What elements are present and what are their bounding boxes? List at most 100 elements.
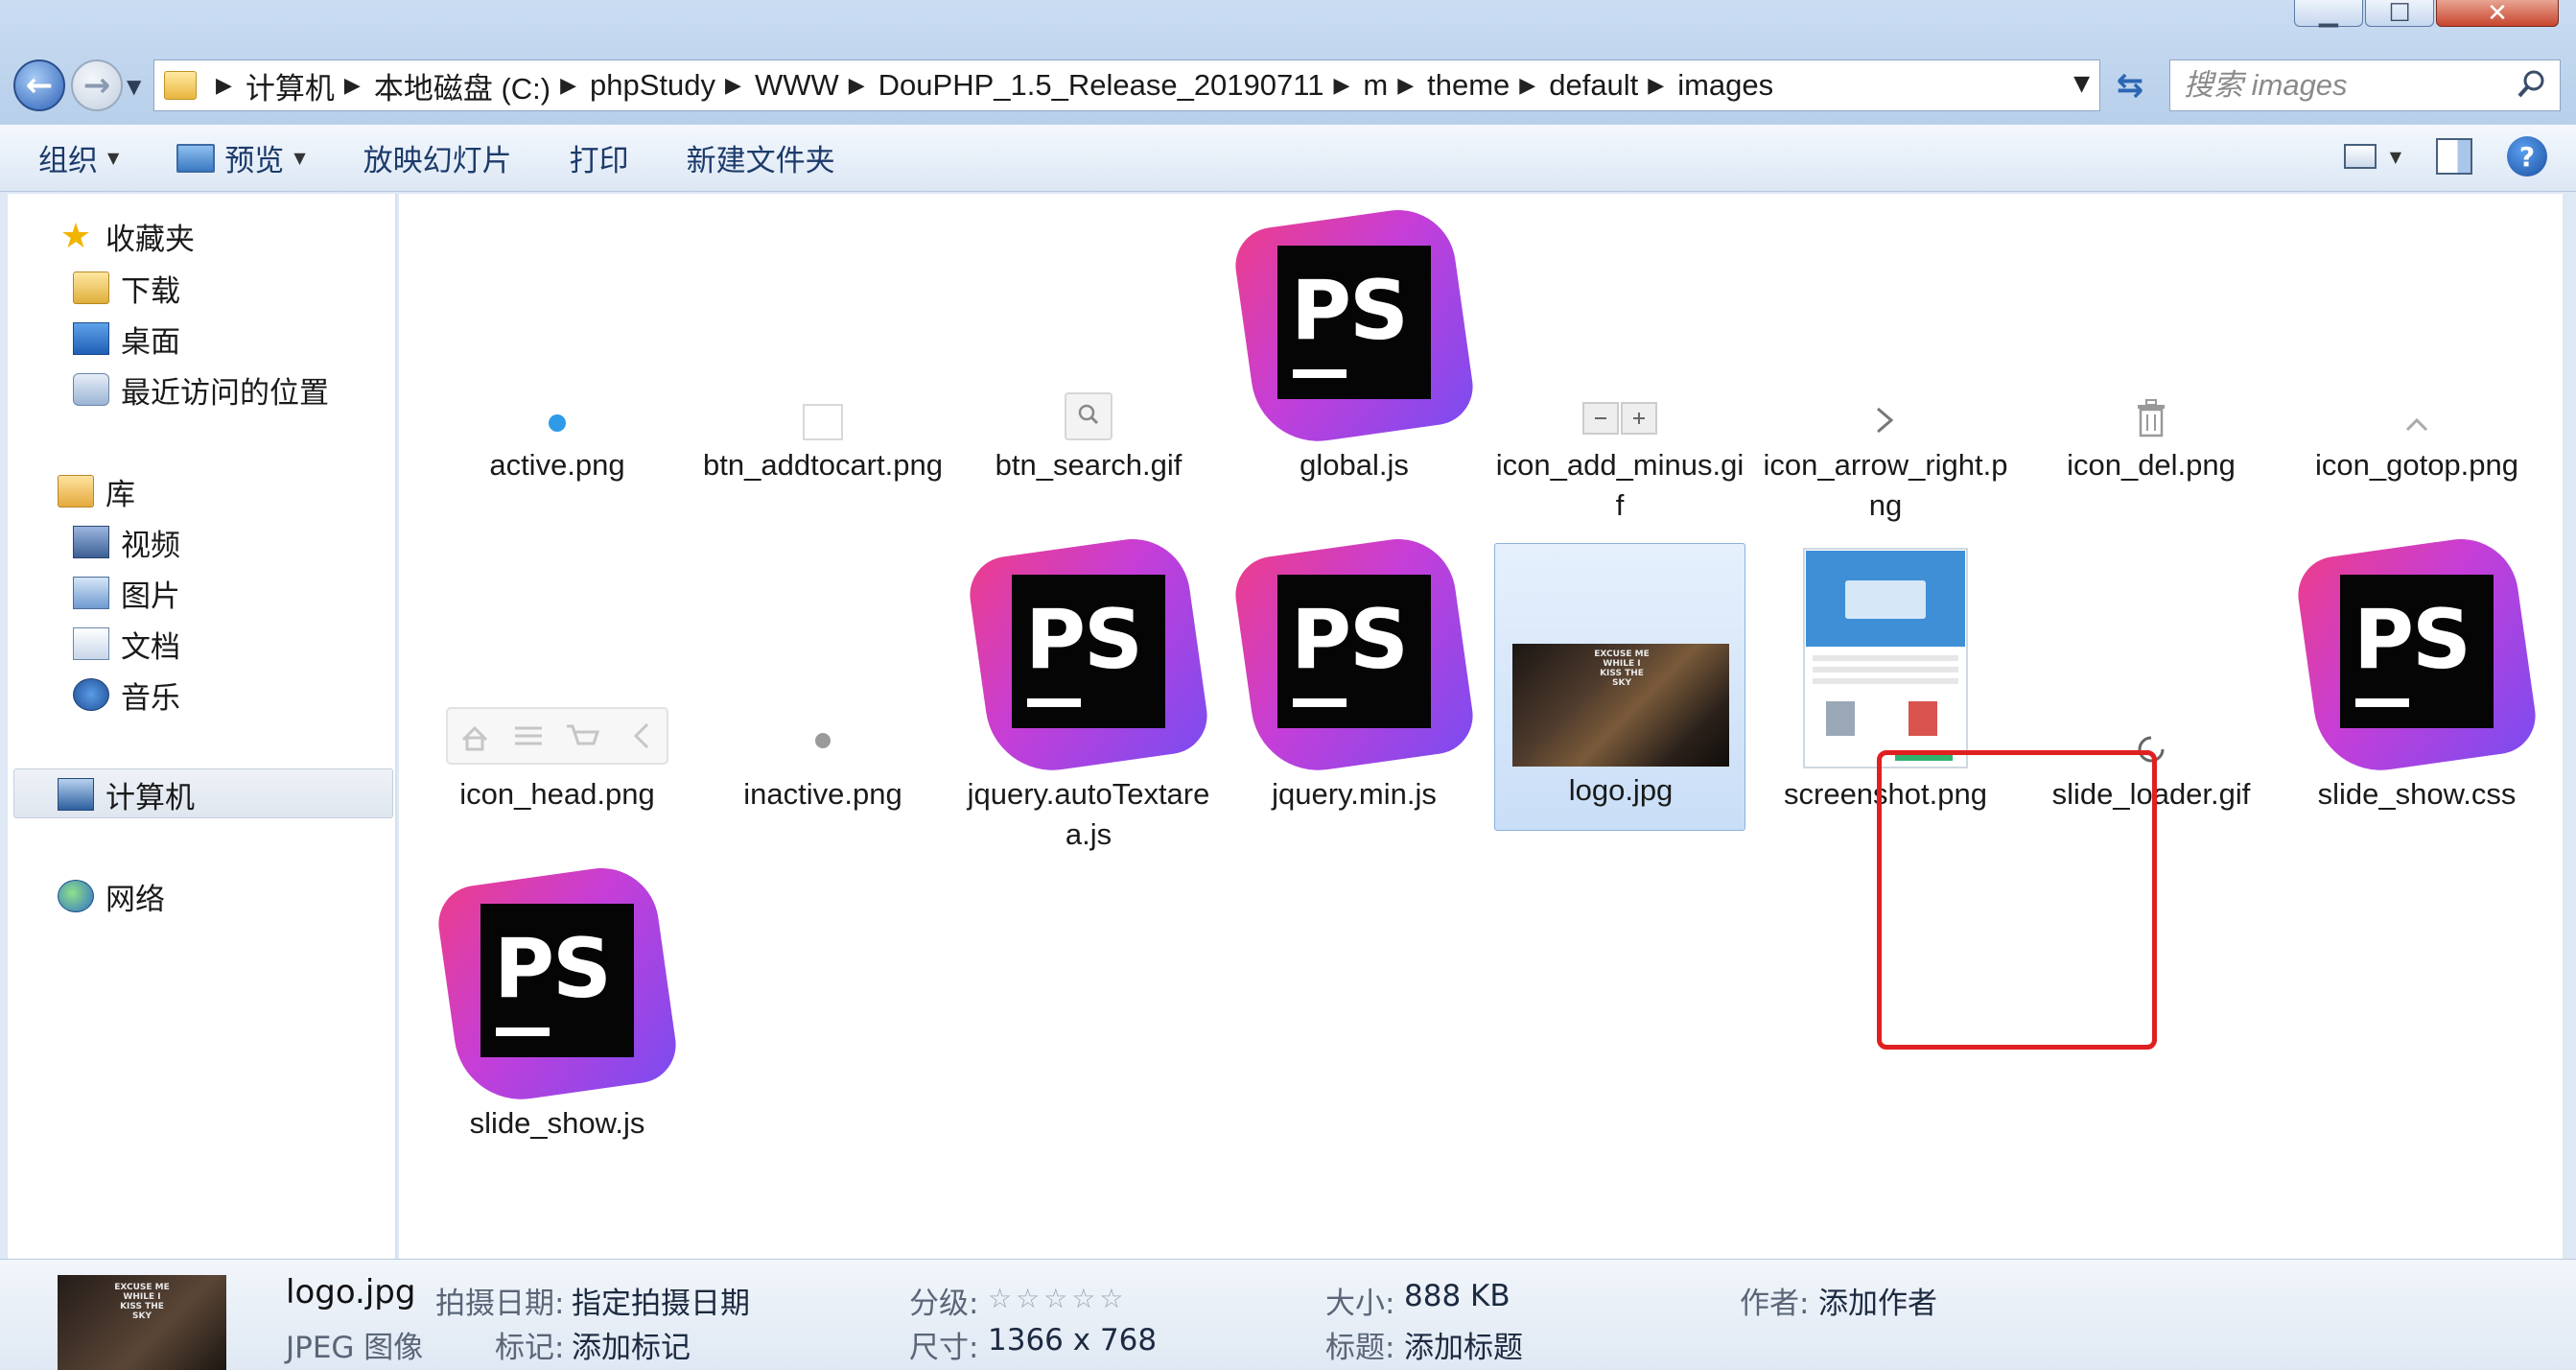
search-icon[interactable] xyxy=(2516,68,2548,101)
date-taken-value[interactable]: 指定拍摄日期 xyxy=(572,1279,750,1322)
tags-label: 标记: xyxy=(495,1331,565,1365)
nav-network-label: 网络 xyxy=(105,882,165,917)
details-file-type: JPEG 图像 xyxy=(286,1331,424,1365)
change-view-button[interactable]: ▼ xyxy=(2343,144,2401,169)
file-item[interactable]: icon_del.png xyxy=(2026,205,2277,528)
print-button[interactable]: 打印 xyxy=(570,136,629,179)
file-item-selected[interactable]: EXCUSE ME WHILE I KISS THE SKY logo.jpg xyxy=(1494,543,1745,831)
chevron-right-icon[interactable]: ▶ xyxy=(1397,74,1414,98)
file-item[interactable]: icon_add_minus.gif xyxy=(1494,205,1745,528)
details-thumbnail: EXCUSE ME WHILE I KISS THE SKY xyxy=(58,1275,226,1370)
video-library-icon xyxy=(73,526,109,558)
breadcrumb-m[interactable]: m xyxy=(1363,68,1388,103)
nav-network[interactable]: 网络 xyxy=(58,873,165,919)
document-library-icon xyxy=(73,627,109,660)
nav-pictures[interactable]: 图片 xyxy=(73,570,180,616)
file-item[interactable]: PS slide_show.js xyxy=(432,861,683,1186)
help-icon[interactable]: ? xyxy=(2507,136,2547,177)
preview-menu[interactable]: 预览 ▼ xyxy=(176,136,306,179)
nav-downloads[interactable]: 下载 xyxy=(73,265,180,311)
slideshow-button[interactable]: 放映幻灯片 xyxy=(363,136,512,179)
chevron-right-icon[interactable]: ▶ xyxy=(1648,74,1664,98)
nav-videos[interactable]: 视频 xyxy=(73,519,180,565)
rating-label: 分级: xyxy=(909,1287,979,1321)
file-item[interactable]: PS jquery.min.js xyxy=(1229,531,1480,857)
new-folder-button[interactable]: 新建文件夹 xyxy=(687,136,835,179)
breadcrumb-local-disk[interactable]: 本地磁盘 (C:) xyxy=(374,64,550,107)
date-taken-label: 拍摄日期: xyxy=(435,1287,565,1321)
nav-music[interactable]: 音乐 xyxy=(73,672,180,718)
trash-icon xyxy=(2138,399,2165,437)
chevron-right-icon[interactable]: ▶ xyxy=(725,74,741,98)
close-button[interactable]: ✕ xyxy=(2436,0,2559,28)
file-item[interactable]: icon_gotop.png xyxy=(2291,205,2542,528)
file-item[interactable]: icon_head.png xyxy=(432,534,683,857)
nav-libraries[interactable]: 库 xyxy=(58,468,135,514)
breadcrumb-default[interactable]: default xyxy=(1549,68,1638,103)
file-item[interactable]: PS jquery.autoTextarea.js xyxy=(963,531,1214,857)
caret-down-icon[interactable]: ▼ xyxy=(2390,148,2401,166)
file-thumbnail xyxy=(697,534,948,774)
chevron-down-icon[interactable]: ▼ xyxy=(2073,72,2090,96)
window-controls: ▁ ☐ ✕ xyxy=(2294,0,2559,29)
chevron-right-icon[interactable]: ▶ xyxy=(344,74,361,98)
search-box[interactable] xyxy=(2169,59,2561,111)
maximize-button[interactable]: ☐ xyxy=(2365,0,2434,28)
recent-pages-dropdown[interactable]: ▼ xyxy=(127,75,141,98)
breadcrumb-images[interactable]: images xyxy=(1677,68,1773,103)
back-button[interactable]: ← xyxy=(13,59,65,111)
title-value[interactable]: 添加标题 xyxy=(1404,1323,1523,1366)
breadcrumb-douphp[interactable]: DouPHP_1.5_Release_20190711 xyxy=(878,68,1324,103)
screenshot-thumbnail xyxy=(1803,548,1968,768)
computer-icon xyxy=(58,778,94,811)
chevron-right-icon[interactable]: ▶ xyxy=(849,74,865,98)
tags-value[interactable]: 添加标记 xyxy=(572,1323,691,1366)
nav-computer-label: 计算机 xyxy=(105,780,195,815)
nav-computer[interactable]: 计算机 xyxy=(58,771,195,817)
chevron-right-icon[interactable]: ▶ xyxy=(216,74,232,98)
rating-stars[interactable]: ☆☆☆☆☆ xyxy=(988,1283,1128,1314)
author-value[interactable]: 添加作者 xyxy=(1818,1279,1937,1322)
file-thumbnail xyxy=(697,205,948,445)
organize-label: 组织 xyxy=(38,144,98,178)
preview-icon xyxy=(176,143,216,173)
forward-button[interactable]: → xyxy=(71,59,123,111)
photo-caption: EXCUSE ME WHILE I KISS THE SKY xyxy=(1594,650,1650,688)
nav-recent-places[interactable]: 最近访问的位置 xyxy=(73,366,329,413)
desktop-icon xyxy=(73,322,109,355)
preview-pane-icon[interactable] xyxy=(2436,138,2472,175)
logo-photo-thumbnail: EXCUSE ME WHILE I KISS THE SKY xyxy=(1512,644,1729,767)
file-thumbnail: PS xyxy=(963,531,1214,779)
file-item[interactable]: inactive.png xyxy=(697,534,948,857)
chevron-right-icon[interactable]: ▶ xyxy=(1519,74,1535,98)
breadcrumb-computer[interactable]: 计算机 xyxy=(246,64,335,107)
minimize-button[interactable]: ▁ xyxy=(2294,0,2363,28)
file-item[interactable]: btn_addtocart.png xyxy=(697,205,948,528)
phpstorm-file-icon: PS xyxy=(965,531,1212,779)
nav-desktop[interactable]: 桌面 xyxy=(73,316,180,362)
search-input[interactable] xyxy=(2184,68,2500,103)
nav-documents[interactable]: 文档 xyxy=(73,621,180,667)
address-bar[interactable]: ▶ 计算机 ▶ 本地磁盘 (C:) ▶ phpStudy ▶ WWW ▶ Dou… xyxy=(153,59,2100,111)
file-item[interactable]: active.png xyxy=(432,205,683,528)
breadcrumb-www[interactable]: WWW xyxy=(755,68,839,103)
chevron-right-icon[interactable]: ▶ xyxy=(560,74,576,98)
file-name: icon_arrow_right.png xyxy=(1763,448,2008,522)
file-item[interactable]: PS slide_show.css xyxy=(2291,531,2542,857)
music-library-icon xyxy=(73,678,109,711)
file-item[interactable]: icon_arrow_right.png xyxy=(1760,205,2011,528)
details-file-name: logo.jpg xyxy=(286,1273,416,1311)
nav-libraries-label: 库 xyxy=(105,477,135,512)
gray-dot-icon xyxy=(815,733,831,748)
breadcrumb-phpstudy[interactable]: phpStudy xyxy=(590,68,715,103)
breadcrumb-theme[interactable]: theme xyxy=(1427,68,1510,103)
organize-menu[interactable]: 组织 ▼ xyxy=(38,136,119,179)
chevron-right-icon[interactable]: ▶ xyxy=(1333,74,1349,98)
file-item[interactable]: PS global.js xyxy=(1229,202,1480,528)
file-name: slide_show.js xyxy=(469,1106,645,1140)
refresh-icon[interactable]: ⇆ xyxy=(2106,59,2154,111)
blank-image-icon xyxy=(803,404,843,440)
nav-favorites[interactable]: ★ 收藏夹 xyxy=(58,213,195,259)
size-label: 大小: xyxy=(1325,1287,1395,1321)
file-item[interactable]: btn_search.gif xyxy=(963,205,1214,528)
